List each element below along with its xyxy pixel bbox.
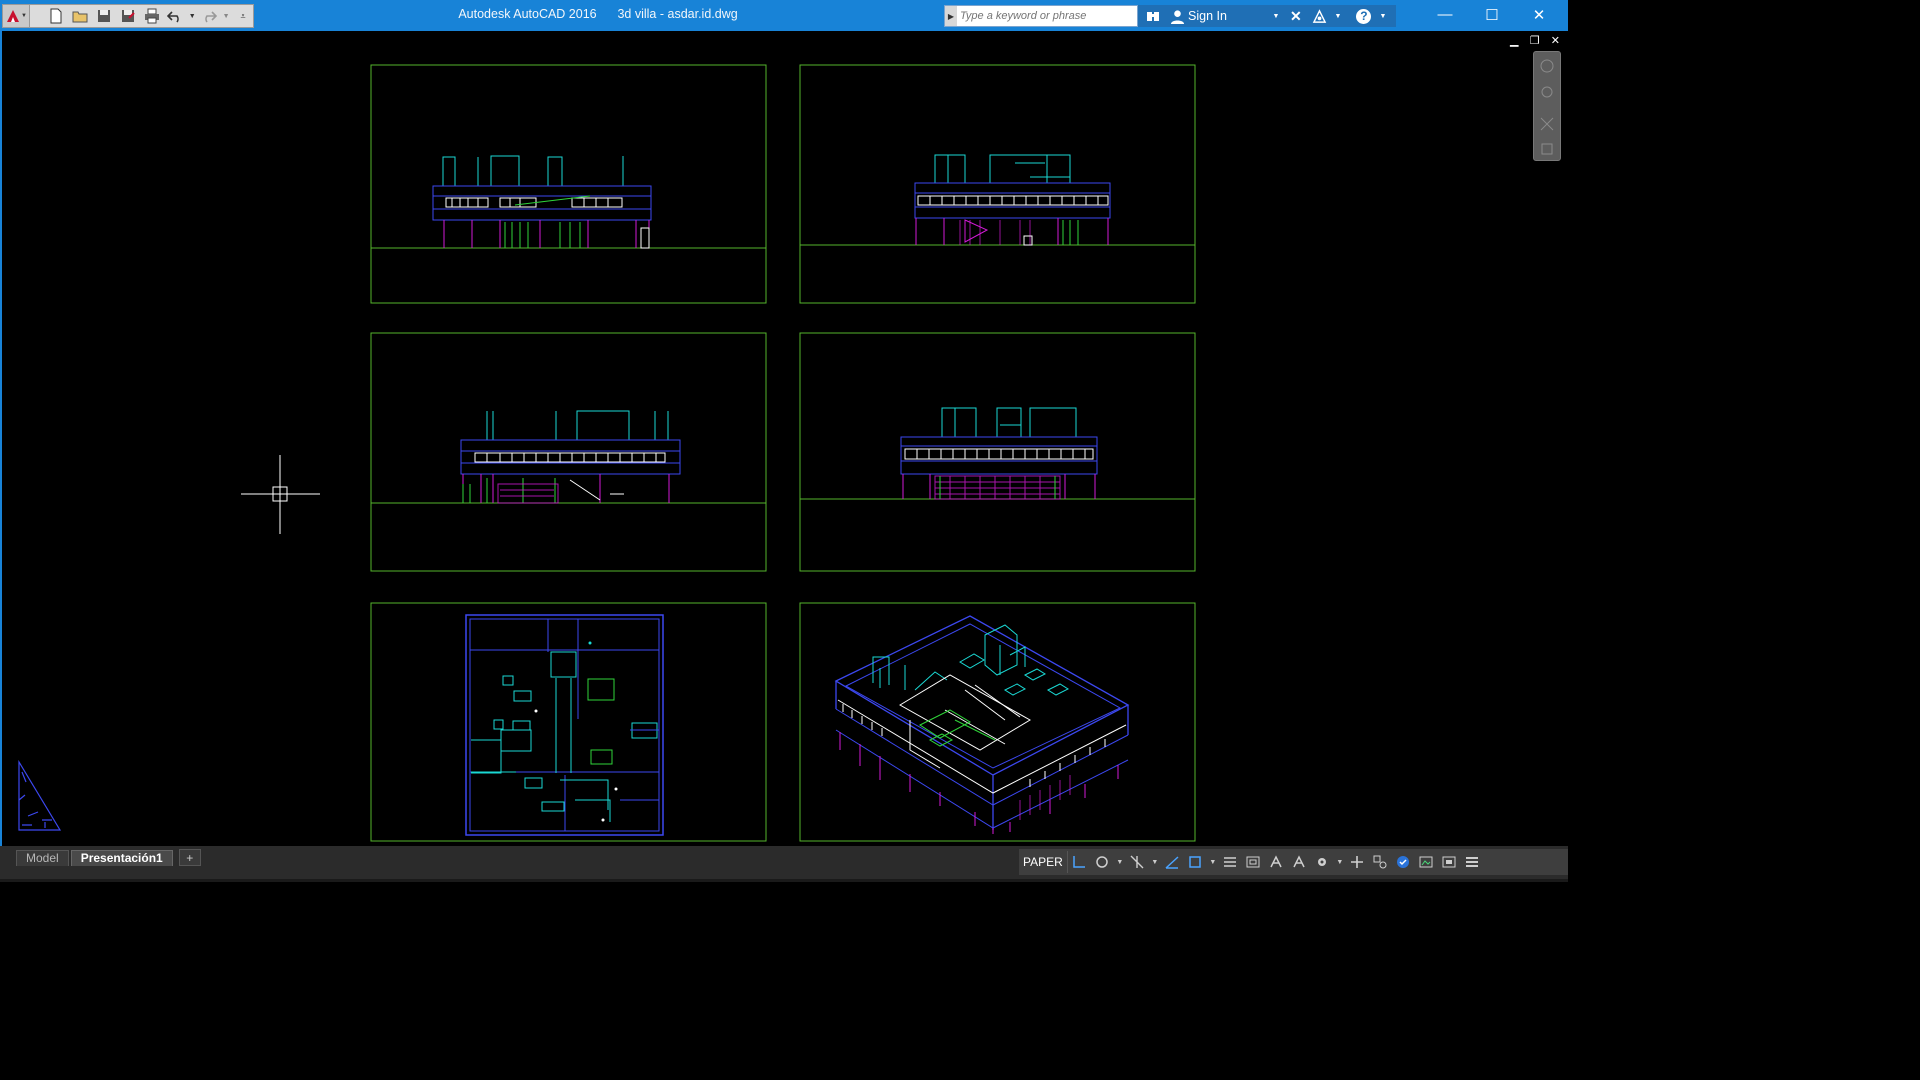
annotation-visibility-icon[interactable] [1288, 851, 1311, 873]
tab-model[interactable]: Model [16, 849, 69, 866]
villa-elevation-4 [900, 407, 1098, 500]
villa-elevation-2 [914, 154, 1111, 246]
villa-elevation-3 [460, 410, 681, 504]
document-window-controls: ▁ ❐ ✕ [1510, 34, 1560, 50]
hardware-acceleration-icon[interactable] [1392, 851, 1415, 873]
viewport-right-elevation[interactable] [799, 332, 1196, 572]
taskbar-strip [0, 879, 1568, 882]
steering-wheel-icon[interactable] [1540, 59, 1554, 73]
doc-close-icon[interactable]: ✕ [1551, 34, 1560, 50]
viewport-isometric[interactable] [799, 602, 1196, 842]
ucs-icon [18, 759, 62, 831]
viewport-back-elevation[interactable] [799, 64, 1196, 304]
doc-restore-icon[interactable]: ❐ [1530, 34, 1540, 50]
object-snap-icon[interactable] [1184, 851, 1207, 873]
workspace-dropdown-icon[interactable]: ▼ [1334, 851, 1346, 873]
annotation-monitor-icon[interactable] [1346, 851, 1369, 873]
viewport-top-plan[interactable] [370, 602, 767, 842]
villa-top-plan [465, 614, 664, 836]
zoom-icon[interactable] [1540, 117, 1554, 131]
layout-tabs: Model Presentación1 + [16, 849, 201, 866]
units-icon[interactable] [1369, 851, 1392, 873]
villa-elevation-1 [432, 155, 652, 249]
villa-isometric-view [834, 615, 1130, 834]
polar-tracking-icon[interactable] [1091, 851, 1114, 873]
isodraft-icon[interactable] [1126, 851, 1149, 873]
navigation-bar[interactable] [1533, 51, 1561, 161]
osnap-dropdown-icon[interactable]: ▼ [1207, 851, 1219, 873]
annotation-scale-icon[interactable] [1265, 851, 1288, 873]
doc-minimize-icon[interactable]: ▁ [1510, 34, 1518, 50]
customization-menu-icon[interactable] [1461, 851, 1484, 873]
pan-icon[interactable] [1541, 86, 1553, 98]
crosshair-cursor [241, 455, 320, 534]
object-snap-tracking-icon[interactable] [1161, 851, 1184, 873]
lineweight-icon[interactable] [1219, 851, 1242, 873]
tab-presentacion1[interactable]: Presentación1 [70, 849, 173, 866]
isolate-objects-icon[interactable] [1415, 851, 1438, 873]
viewport-left-elevation[interactable] [370, 332, 767, 572]
ortho-icon[interactable] [1068, 851, 1091, 873]
status-bar: PAPER ▼ ▼ ▼ ▼ [1019, 849, 1568, 875]
paper-space-toggle[interactable]: PAPER [1019, 851, 1068, 873]
drawing-canvas[interactable] [0, 0, 1568, 882]
orbit-icon[interactable] [1541, 143, 1553, 155]
workspace-gear-icon[interactable] [1311, 851, 1334, 873]
model-space-icon[interactable] [1242, 851, 1265, 873]
add-layout-button[interactable]: + [178, 849, 201, 866]
polar-dropdown-icon[interactable]: ▼ [1114, 851, 1126, 873]
clean-screen-icon[interactable] [1438, 851, 1461, 873]
isodraft-dropdown-icon[interactable]: ▼ [1149, 851, 1161, 873]
viewport-front-elevation[interactable] [370, 64, 767, 304]
